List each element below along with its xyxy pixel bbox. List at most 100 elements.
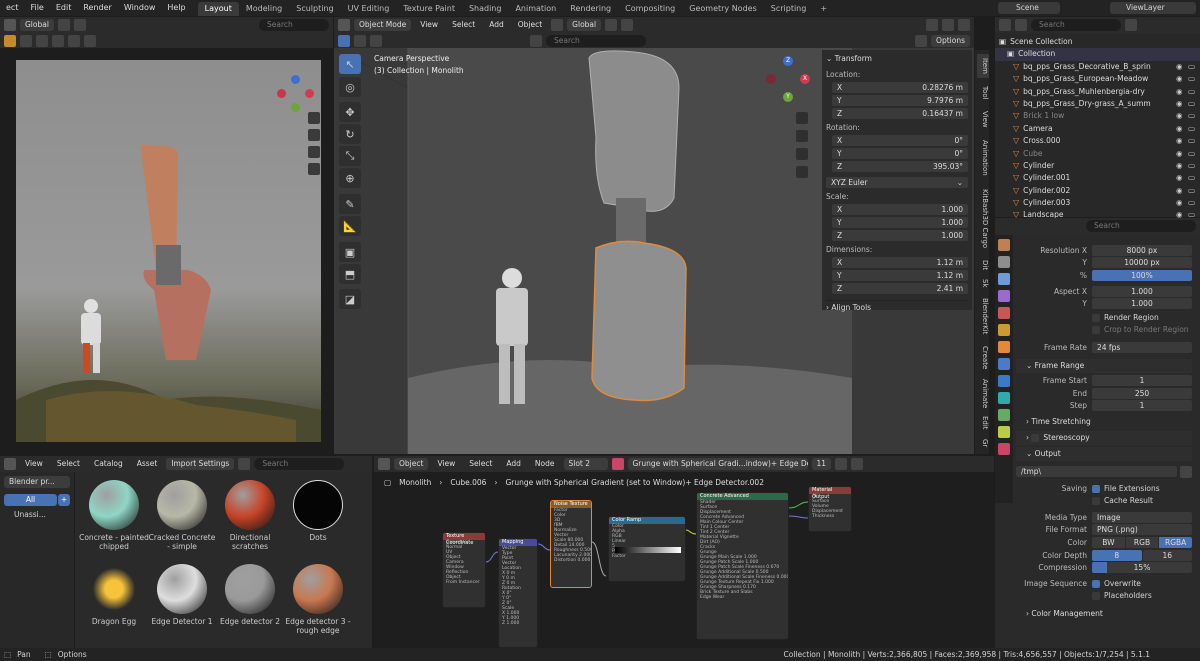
sidebar-tab-kitbash[interactable]: KitBash3D Cargo — [977, 184, 989, 254]
media-type-select[interactable]: Image — [1092, 511, 1192, 523]
camera-icon[interactable] — [4, 34, 16, 47]
node-color-ramp[interactable]: Color RampColorAlphaRGBLinear5Pos 0.536F… — [608, 516, 686, 582]
align-tools-header[interactable]: › Align Tools — [826, 300, 968, 314]
catalog-add-icon[interactable]: + — [58, 494, 70, 506]
menu-select[interactable]: Select — [447, 19, 480, 31]
left-nav-gizmo[interactable] — [275, 75, 319, 115]
color-management-section[interactable]: › Color Management — [1016, 607, 1192, 621]
filter-icon[interactable] — [915, 34, 928, 47]
physics-props-icon[interactable] — [998, 392, 1010, 404]
select-box-mode-icon[interactable] — [354, 34, 366, 47]
asset-item[interactable]: Edge Detector 1 — [147, 564, 217, 626]
material-icon[interactable] — [530, 34, 542, 47]
rotation-z-field[interactable]: Z 395.03° — [832, 160, 968, 172]
menu-edit[interactable]: Edit — [50, 0, 78, 16]
snap-icon[interactable] — [57, 19, 70, 31]
asset-item[interactable]: Concrete - painted chipped — [79, 480, 149, 551]
sidebar-tab-view[interactable]: View — [977, 108, 989, 130]
lock-icon[interactable] — [308, 163, 320, 175]
color-ramp-gradient[interactable] — [615, 547, 681, 553]
sidebar-tab-blenderkit[interactable]: BlenderKit — [977, 294, 989, 338]
gizmo-x-axis[interactable]: X — [800, 74, 810, 84]
file-extensions-checkbox[interactable]: File Extensions — [1092, 484, 1192, 493]
file-format-select[interactable]: PNG (.png) — [1092, 523, 1192, 535]
aspect-y-field[interactable]: 1.000 — [1092, 298, 1192, 310]
catalog-all[interactable]: All — [4, 494, 57, 506]
asset-menu-select[interactable]: Select — [52, 458, 85, 470]
viewport-nav-gizmo[interactable]: Z X Y — [766, 56, 812, 106]
menu-window[interactable]: Window — [118, 0, 162, 16]
tab-texture-paint[interactable]: Texture Paint — [396, 2, 462, 16]
scale-x-field[interactable]: X 1.000 — [832, 203, 968, 215]
annotate-tool[interactable]: ✎ — [339, 194, 361, 214]
location-y-field[interactable]: Y 9.7976 m — [832, 94, 968, 106]
tab-sculpting[interactable]: Sculpting — [289, 2, 340, 16]
gizmo-y-icon[interactable] — [291, 103, 300, 112]
material-users-count[interactable]: 11 — [811, 458, 832, 470]
add-workspace-button[interactable]: + — [813, 2, 834, 16]
node-mapping[interactable]: Mapping Vector Type Point Vector Location X 0 … — [498, 538, 538, 648]
gizmo-x-neg-icon[interactable] — [277, 89, 286, 98]
asset-item[interactable]: Directional scratches — [215, 480, 285, 551]
scene-selector[interactable]: Scene — [998, 2, 1060, 14]
outliner-search[interactable]: Search — [1031, 19, 1121, 31]
sidebar-tab-tool[interactable]: Tool — [977, 82, 989, 104]
transform-header[interactable]: ⌄ Transform — [826, 52, 968, 66]
select-box-tool[interactable]: ↖ — [339, 54, 361, 74]
node-canvas[interactable]: ▢ Monolith › Cube.006 › Grunge with Sphe… — [374, 472, 994, 648]
frame-end-field[interactable]: 250 — [1092, 387, 1192, 399]
gizmo-x-icon[interactable] — [305, 89, 314, 98]
resolution-y-field[interactable]: 10000 px — [1092, 257, 1192, 269]
node-material-output[interactable]: Material Output All Surface Volume Displacem… — [808, 486, 852, 532]
frame-range-section[interactable]: ⌄ Frame Range — [1016, 358, 1192, 373]
color-bw-option[interactable]: BW — [1092, 537, 1125, 549]
node-menu-add[interactable]: Add — [501, 458, 526, 470]
material-sphere-icon[interactable] — [611, 458, 624, 470]
gizmo-z-icon[interactable] — [291, 75, 300, 84]
tool-props-icon[interactable] — [998, 239, 1010, 251]
shading-solid-icon[interactable] — [52, 34, 64, 47]
frame-step-field[interactable]: 1 — [1092, 399, 1192, 411]
viewport-zoom-icon[interactable] — [796, 112, 808, 124]
rotation-mode-select[interactable]: XYZ Euler ⌄ — [826, 176, 968, 188]
asset-menu-catalog[interactable]: Catalog — [89, 458, 128, 470]
asset-item[interactable]: Edge detector 2 — [215, 564, 285, 626]
modifier-props-icon[interactable] — [998, 358, 1010, 370]
properties-search[interactable]: Search — [1086, 220, 1196, 232]
view-layer-props-icon[interactable] — [998, 290, 1010, 302]
pin-icon[interactable] — [851, 458, 864, 470]
asset-browser-editor-icon[interactable] — [4, 458, 16, 470]
rotation-x-field[interactable]: X 0° — [832, 134, 968, 146]
node-noise-texture[interactable]: Noise Texture Factor Color 3D fBM Normalize Ve… — [550, 500, 592, 588]
tab-layout[interactable]: Layout — [197, 1, 239, 16]
shading-rendered-icon[interactable] — [84, 34, 96, 47]
asset-search[interactable]: Search — [254, 458, 345, 470]
rotation-y-field[interactable]: Y 0° — [832, 147, 968, 159]
folder-icon[interactable] — [1180, 465, 1192, 478]
fake-user-shield-icon[interactable] — [835, 458, 848, 470]
overwrite-checkbox[interactable]: Overwrite — [1092, 579, 1192, 588]
color-depth-16-option[interactable]: 16 — [1142, 549, 1192, 561]
left-transform-orientation[interactable]: Global — [20, 19, 54, 31]
dimensions-y-field[interactable]: Y 1.12 m — [832, 269, 968, 281]
menu-add[interactable]: Add — [484, 19, 509, 31]
scale-z-field[interactable]: Z 1.000 — [832, 229, 968, 241]
output-props-icon[interactable] — [998, 273, 1010, 285]
select-box-icon[interactable] — [20, 34, 32, 47]
object-props-icon[interactable] — [998, 341, 1010, 353]
camera-view-icon[interactable] — [308, 146, 320, 158]
rotate-tool[interactable]: ↻ — [339, 124, 361, 144]
location-z-field[interactable]: Z 0.16437 m — [832, 107, 968, 119]
left-viewport-search[interactable]: Search — [259, 19, 329, 31]
color-rgba-option[interactable]: RGBA — [1159, 537, 1193, 549]
outliner-editor-icon[interactable] — [999, 19, 1011, 31]
zoom-icon[interactable] — [308, 112, 320, 124]
frame-start-field[interactable]: 1 — [1092, 375, 1192, 387]
transform-tool[interactable]: ⊕ — [339, 168, 361, 188]
frame-rate-select[interactable]: 24 fps — [1092, 341, 1192, 353]
tab-shading[interactable]: Shading — [462, 2, 509, 16]
viewport-pan-icon[interactable] — [796, 130, 808, 142]
sidebar-tab-item[interactable]: Item — [977, 54, 989, 78]
output-section[interactable]: ⌄ Output — [1016, 447, 1192, 462]
tab-rendering[interactable]: Rendering — [563, 2, 618, 16]
